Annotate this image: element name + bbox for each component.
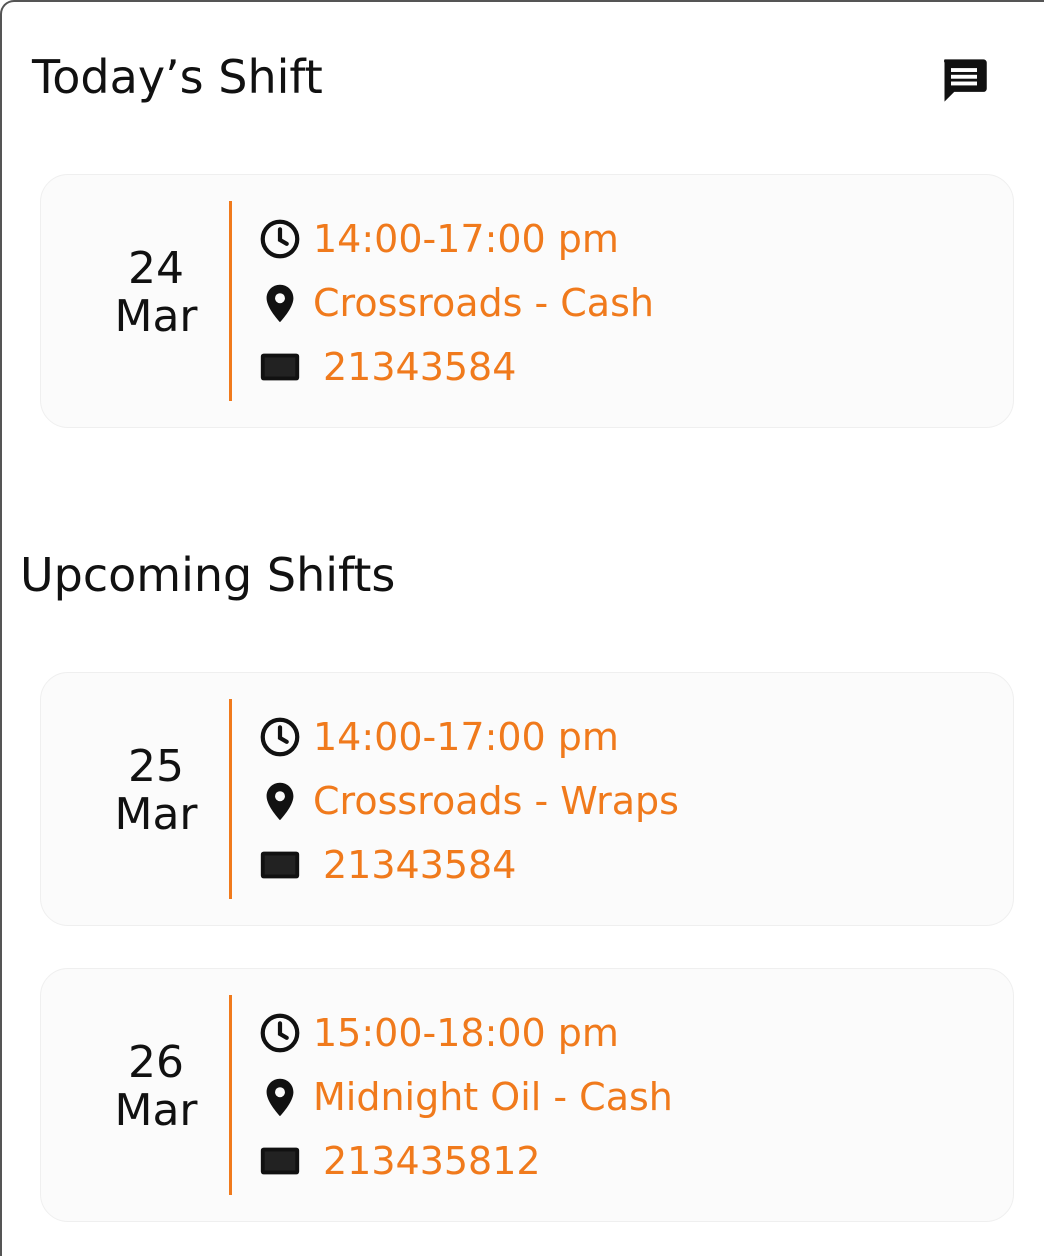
shift-id-row: 213435812 xyxy=(257,1137,541,1185)
app-screen: Today’s Shift 24 Mar 14:00-17:00 pm Cros… xyxy=(0,0,1044,1256)
location-pin-icon xyxy=(257,778,303,824)
todays-shift-heading: Today’s Shift xyxy=(32,50,323,104)
shift-location-row: Midnight Oil - Cash xyxy=(257,1073,673,1121)
shift-id-row: 21343584 xyxy=(257,343,516,391)
shift-id-row: 21343584 xyxy=(257,841,516,889)
chat-icon xyxy=(944,59,987,102)
clock-icon xyxy=(257,216,303,262)
shift-location-row: Crossroads - Cash xyxy=(257,279,654,327)
shift-day: 25 xyxy=(128,741,184,792)
card-divider xyxy=(229,201,232,401)
clock-icon xyxy=(257,714,303,760)
shift-time: 14:00-17:00 pm xyxy=(313,217,619,261)
location-pin-icon xyxy=(257,280,303,326)
shift-location-row: Crossroads - Wraps xyxy=(257,777,679,825)
card-divider xyxy=(229,699,232,899)
shift-card-today[interactable]: 24 Mar 14:00-17:00 pm Crossroads - Cash … xyxy=(40,174,1014,428)
shift-date: 25 Mar xyxy=(81,743,231,839)
shift-location: Crossroads - Wraps xyxy=(313,779,679,823)
shift-month: Mar xyxy=(114,789,198,840)
shift-id: 213435812 xyxy=(323,1139,541,1183)
shift-month: Mar xyxy=(114,1085,198,1136)
id-card-icon xyxy=(257,344,303,390)
shift-card-upcoming[interactable]: 26 Mar 15:00-18:00 pm Midnight Oil - Cas… xyxy=(40,968,1014,1222)
chat-button[interactable] xyxy=(936,54,992,106)
shift-month: Mar xyxy=(114,291,198,342)
clock-icon xyxy=(257,1010,303,1056)
shift-date: 26 Mar xyxy=(81,1039,231,1135)
shift-day: 26 xyxy=(128,1037,184,1088)
id-card-icon xyxy=(257,1138,303,1184)
shift-date: 24 Mar xyxy=(81,245,231,341)
shift-time-row: 14:00-17:00 pm xyxy=(257,713,619,761)
shift-day: 24 xyxy=(128,243,184,294)
shift-location: Midnight Oil - Cash xyxy=(313,1075,673,1119)
shift-time: 14:00-17:00 pm xyxy=(313,715,619,759)
shift-time-row: 15:00-18:00 pm xyxy=(257,1009,619,1057)
shift-card-upcoming[interactable]: 25 Mar 14:00-17:00 pm Crossroads - Wraps… xyxy=(40,672,1014,926)
upcoming-shifts-heading: Upcoming Shifts xyxy=(20,548,396,602)
shift-time: 15:00-18:00 pm xyxy=(313,1011,619,1055)
id-card-icon xyxy=(257,842,303,888)
card-divider xyxy=(229,995,232,1195)
shift-time-row: 14:00-17:00 pm xyxy=(257,215,619,263)
shift-id: 21343584 xyxy=(323,345,517,389)
location-pin-icon xyxy=(257,1074,303,1120)
shift-id: 21343584 xyxy=(323,843,517,887)
shift-location: Crossroads - Cash xyxy=(313,281,654,325)
